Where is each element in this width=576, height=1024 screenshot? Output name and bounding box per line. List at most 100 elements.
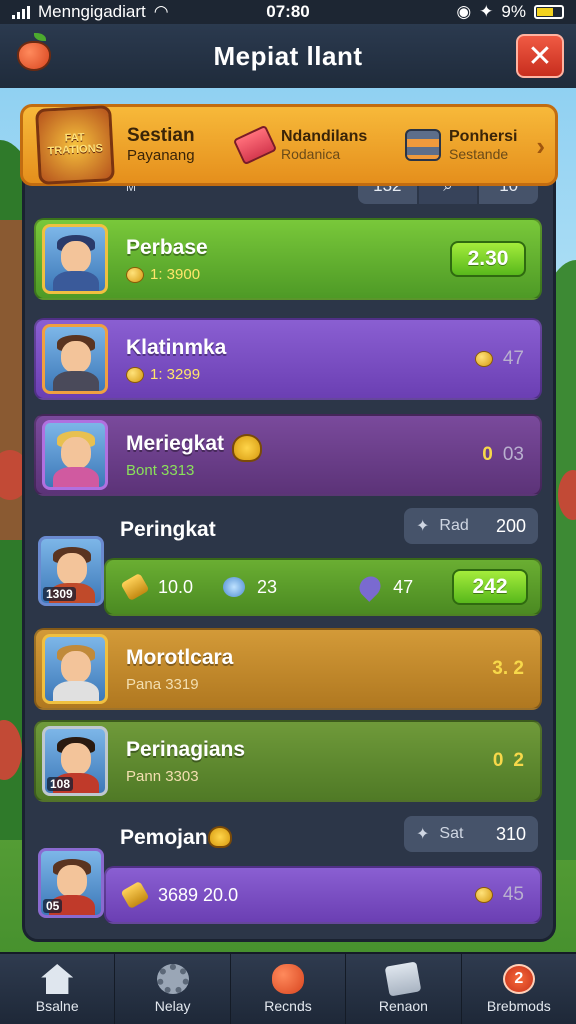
diamond-icon: ✦: [416, 826, 430, 843]
row-score-value: 0: [492, 750, 504, 771]
status-bar: Menngigadiart ◠ 07:80 ◉ ✦ 9%: [0, 0, 576, 24]
ticket-icon: [120, 880, 150, 910]
nav-item-settings[interactable]: Nelay: [115, 954, 231, 1024]
stat-value: 3689 20.0: [158, 884, 239, 905]
chest-title: Ponhersi: [449, 128, 518, 145]
diamond-icon: ✦: [416, 518, 430, 535]
ticket-title: Ndandilans: [281, 128, 368, 145]
ticket-icon: [232, 124, 278, 166]
banner-reward-chest[interactable]: Ponhersi Sestande: [405, 127, 517, 163]
ticket-icon: [120, 572, 150, 602]
nav-item-home[interactable]: Bsalne: [0, 954, 116, 1024]
player-name: Klatinmka: [126, 336, 227, 359]
coin-icon: [126, 366, 144, 383]
row-score: 45: [474, 884, 524, 906]
nav-item-records[interactable]: Recnds: [231, 954, 347, 1024]
nav-label: Recnds: [264, 998, 312, 1014]
chest-icon: [405, 128, 441, 161]
coin-icon: [208, 826, 232, 848]
battery-percent: 9%: [501, 2, 526, 21]
score-button[interactable]: 242: [452, 569, 528, 605]
pill-label: Rad: [439, 517, 469, 534]
player-stat-text: 1: 3299: [150, 366, 201, 383]
leaderboard-row[interactable]: Meriegkat Bont 3313 0 03: [34, 414, 542, 496]
leaderboard-row[interactable]: 108 Perinagians Pann 3303 02: [34, 720, 542, 802]
coin-icon: [126, 266, 144, 283]
avatar: 1309: [38, 536, 104, 606]
avatar-tag: 1309: [43, 587, 76, 601]
nav-label: Bsalne: [35, 998, 79, 1014]
notification-badge-icon: 2: [502, 964, 535, 994]
avatar-tag: 05: [43, 899, 63, 913]
player-name: Morotlcara: [126, 646, 234, 669]
chevron-right-icon[interactable]: ›: [536, 131, 545, 162]
page-title: Mepiat llant: [213, 40, 363, 71]
row-score: 0 03: [482, 444, 524, 466]
season-banner[interactable]: FAT TRATIONS Sestian Payanang Ndandilans…: [20, 104, 558, 186]
row-score: 3. 2: [492, 658, 524, 679]
app-header: Mepiat llant ✕: [0, 24, 576, 88]
nav-item-report[interactable]: Renaon: [346, 954, 462, 1024]
row-score-secondary: 03: [502, 444, 524, 465]
nav-label: Brebmods: [486, 998, 551, 1014]
nav-item-messages[interactable]: 2 Brebmods: [462, 954, 576, 1024]
leaderboard-row-wide[interactable]: 3689 20.0 45: [104, 866, 542, 924]
avatar: [42, 224, 108, 294]
ticket-subtitle: Rodanica: [281, 146, 341, 163]
row-score-value: 45: [502, 884, 524, 905]
pill-label: Sat: [439, 825, 464, 842]
gear-icon: [156, 964, 189, 994]
player-stat: Bont 3313: [126, 462, 195, 479]
avatar-tag: 108: [47, 777, 74, 791]
season-badge: FAT TRATIONS: [35, 105, 115, 185]
alarm-icon: ◉: [456, 2, 472, 21]
season-subtitle: Payanang: [127, 147, 195, 165]
stat-value: 47: [393, 576, 414, 597]
player-stat: Pana 3319: [126, 676, 199, 693]
stat-value: 10.0: [158, 576, 194, 597]
player-stat: 1: 3900: [126, 266, 200, 283]
avatar: [42, 324, 108, 394]
coin-icon: [474, 351, 493, 367]
row-score: 02: [493, 750, 524, 772]
player-name: Meriegkat: [126, 432, 225, 455]
carrier-name: Menngigadiart: [38, 2, 146, 21]
pin-icon: [355, 572, 385, 602]
nav-label: Nelay: [154, 998, 191, 1014]
leaderboard-row[interactable]: Perbase 1: 3900 2.30: [34, 218, 542, 300]
avatar: [42, 420, 108, 490]
section-title: Peringkat: [120, 518, 216, 541]
row-score-value: 47: [502, 348, 524, 369]
pill-value: 310: [495, 823, 526, 844]
score-button[interactable]: 2.30: [450, 241, 526, 277]
leaderboard-row[interactable]: Morotlcara Pana 3319 3. 2: [34, 628, 542, 710]
document-icon: [385, 961, 422, 997]
pill-value: 200: [495, 515, 526, 536]
nav-label: Renaon: [378, 998, 428, 1014]
season-info: Sestian Payanang: [127, 125, 237, 166]
player-name: Perbase: [126, 236, 208, 259]
leaderboard-row[interactable]: Klatinmka 1: 3299 47: [34, 318, 542, 400]
close-button[interactable]: ✕: [516, 34, 564, 78]
chest-subtitle: Sestande: [449, 146, 509, 163]
bottom-nav: Bsalne Nelay Recnds Renaon 2 Brebmods: [0, 952, 576, 1024]
close-icon: ✕: [527, 39, 553, 73]
apple-icon: [17, 33, 51, 71]
section-title: Pemojan: [120, 826, 208, 849]
section-pill[interactable]: ✦ Rad 200: [404, 508, 538, 544]
home-icon: [41, 964, 74, 994]
banner-reward-ticket[interactable]: Ndandilans Rodanica: [232, 124, 405, 166]
row-score: 47: [474, 348, 524, 370]
apple-menu-button[interactable]: [14, 33, 54, 76]
player-stat: Pann 3303: [126, 768, 199, 785]
row-score-value: 0: [482, 444, 493, 465]
player-name: Perinagians: [126, 738, 246, 761]
section-pill[interactable]: ✦ Sat 310: [404, 816, 538, 852]
avatar: 05: [38, 848, 104, 918]
apple-icon: [272, 964, 305, 994]
trophy-icon: [232, 434, 262, 462]
coin-icon: [474, 887, 493, 903]
signal-icon: [12, 5, 30, 19]
leaderboard-row-wide[interactable]: 10.0 23 47 242: [104, 558, 542, 616]
row-score-secondary: 2: [513, 750, 524, 771]
